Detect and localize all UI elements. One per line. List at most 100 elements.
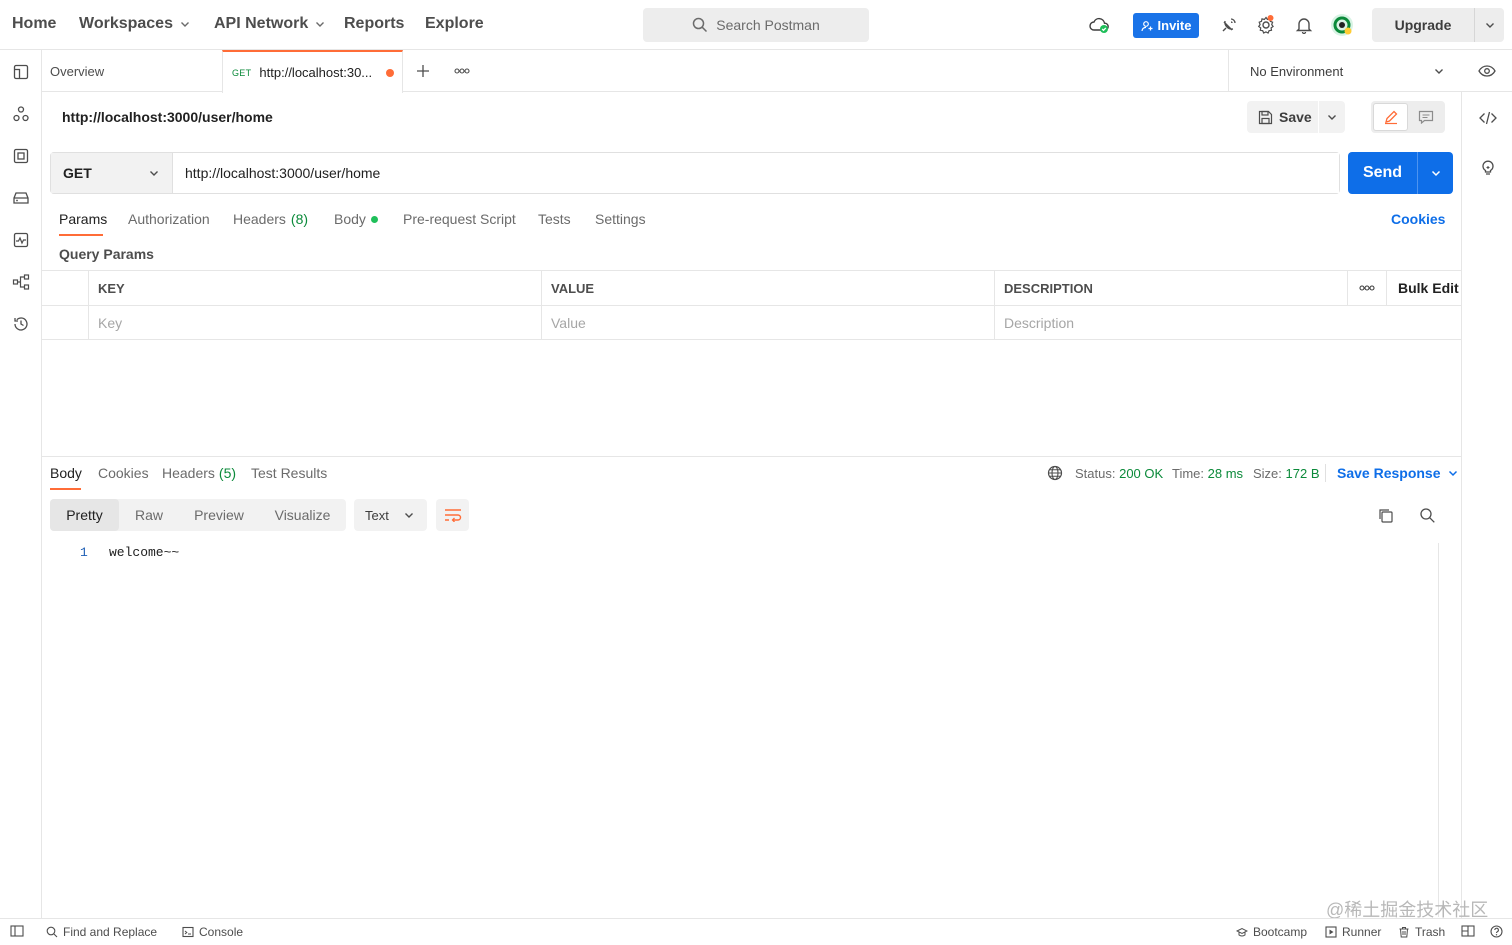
help-icon[interactable] <box>1490 925 1503 938</box>
nav-reports[interactable]: Reports <box>344 15 404 33</box>
url-input[interactable] <box>173 153 1339 193</box>
edit-pencil-icon[interactable] <box>1373 103 1408 131</box>
send-options-chevron-icon[interactable] <box>1418 152 1453 194</box>
response-view-segmented-control: Pretty Raw Preview Visualize <box>50 499 346 531</box>
editor-scrollbar[interactable] <box>1438 543 1439 917</box>
size-value: 172 B <box>1285 466 1320 481</box>
response-status[interactable]: Status: 200 OK <box>1075 466 1163 481</box>
response-tab-test-results[interactable]: Test Results <box>251 465 327 481</box>
satellite-icon[interactable] <box>1219 15 1239 35</box>
new-tab-button[interactable] <box>416 50 430 92</box>
cookies-link[interactable]: Cookies <box>1391 211 1445 227</box>
invite-button[interactable]: Invite <box>1133 13 1199 38</box>
tab-options-button[interactable] <box>454 50 470 92</box>
response-active-tab-indicator <box>50 488 81 490</box>
response-size[interactable]: Size: 172 B <box>1253 466 1320 481</box>
view-raw[interactable]: Raw <box>119 499 179 531</box>
notification-bell-icon[interactable] <box>1294 15 1314 35</box>
monitors-icon[interactable] <box>11 230 31 250</box>
tab-body-label: Body <box>334 211 366 227</box>
save-options-chevron-icon[interactable] <box>1319 111 1345 123</box>
tab-pre-request-script[interactable]: Pre-request Script <box>403 211 516 227</box>
search-input[interactable]: Search Postman <box>643 8 869 42</box>
response-tab-body[interactable]: Body <box>50 465 82 481</box>
method-label: GET <box>63 165 92 181</box>
value-input[interactable]: Value <box>542 306 995 340</box>
tab-body[interactable]: Body <box>334 211 378 227</box>
tab-authorization[interactable]: Authorization <box>128 211 210 227</box>
network-globe-icon[interactable] <box>1047 465 1063 481</box>
view-preview[interactable]: Preview <box>179 499 259 531</box>
tab-overview[interactable]: Overview <box>50 50 104 92</box>
environments-icon[interactable] <box>11 146 31 166</box>
tab-headers[interactable]: Headers (8) <box>233 211 308 227</box>
collections-icon[interactable] <box>11 62 31 82</box>
tab-active-request[interactable]: GET http://localhost:30... <box>222 50 403 93</box>
save-response-button[interactable]: Save Response <box>1337 465 1459 481</box>
lightbulb-icon[interactable] <box>1478 157 1498 177</box>
nav-explore[interactable]: Explore <box>425 15 484 33</box>
view-visualize[interactable]: Visualize <box>259 499 346 531</box>
headers-count-badge: (8) <box>290 211 309 227</box>
tab-active-title: http://localhost:30... <box>259 65 373 80</box>
upgrade-chevron-down-icon[interactable] <box>1475 19 1504 31</box>
bulk-edit-button[interactable]: Bulk Edit <box>1398 280 1459 296</box>
toggle-sidebar-icon[interactable] <box>10 925 24 937</box>
flows-icon[interactable] <box>11 272 31 292</box>
request-title[interactable]: http://localhost:3000/user/home <box>62 109 273 125</box>
sync-status-icon[interactable] <box>1089 15 1111 35</box>
key-input[interactable]: Key <box>89 306 542 340</box>
apis-icon[interactable] <box>11 104 31 124</box>
time-value: 28 ms <box>1207 466 1244 481</box>
column-options-button[interactable] <box>1348 271 1387 305</box>
code-icon[interactable] <box>1478 108 1498 128</box>
method-select[interactable]: GET <box>51 153 173 193</box>
save-button[interactable]: Save <box>1247 101 1345 133</box>
nav-api-network[interactable]: API Network <box>214 15 326 33</box>
description-input[interactable]: Description <box>995 306 1461 340</box>
search-icon[interactable] <box>1419 507 1436 524</box>
mode-toggle <box>1371 101 1445 133</box>
bootcamp-label: Bootcamp <box>1253 925 1308 939</box>
environment-quick-look-button[interactable] <box>1478 50 1496 92</box>
history-icon[interactable] <box>11 314 31 334</box>
settings-gear-icon[interactable] <box>1256 15 1276 35</box>
column-header-description: DESCRIPTION <box>995 271 1348 305</box>
nav-home[interactable]: Home <box>12 15 56 33</box>
nav-api-network-label: API Network <box>214 15 309 32</box>
column-header-key: KEY <box>89 271 542 305</box>
pane-divider[interactable] <box>42 456 1461 457</box>
unsaved-dot-icon <box>386 68 395 77</box>
two-pane-view-icon[interactable] <box>1461 925 1475 937</box>
wrap-lines-button[interactable] <box>436 499 469 531</box>
view-pretty[interactable]: Pretty <box>50 499 119 531</box>
copy-icon[interactable] <box>1377 507 1394 524</box>
bootcamp-button[interactable]: Bootcamp <box>1236 925 1307 939</box>
nav-reports-label: Reports <box>344 15 405 32</box>
runner-button[interactable]: Runner <box>1325 925 1381 939</box>
comments-icon[interactable] <box>1408 103 1443 131</box>
mock-servers-icon[interactable] <box>11 188 31 208</box>
response-time[interactable]: Time: 28 ms <box>1172 466 1243 481</box>
trash-button[interactable]: Trash <box>1398 925 1445 939</box>
response-tab-headers[interactable]: Headers (5) <box>162 465 236 481</box>
top-navigation-bar: Home Workspaces API Network Reports Expl… <box>0 0 1512 50</box>
console-button[interactable]: Console <box>182 925 243 939</box>
more-horizontal-icon <box>454 68 470 74</box>
nav-workspaces[interactable]: Workspaces <box>79 15 191 33</box>
tab-tests[interactable]: Tests <box>538 211 571 227</box>
response-format-select[interactable]: Text <box>354 499 427 531</box>
environment-select[interactable]: No Environment <box>1228 50 1461 92</box>
send-button[interactable]: Send <box>1348 152 1453 194</box>
tab-params[interactable]: Params <box>59 211 107 227</box>
find-and-replace-button[interactable]: Find and Replace <box>46 925 157 939</box>
tab-params-label: Params <box>59 211 108 227</box>
avatar[interactable] <box>1330 13 1354 37</box>
upgrade-button[interactable]: Upgrade <box>1372 8 1504 42</box>
tab-settings[interactable]: Settings <box>595 211 646 227</box>
tab-overview-label: Overview <box>50 63 105 79</box>
time-label: Time: <box>1172 466 1205 481</box>
left-sidebar <box>0 50 42 918</box>
active-tab-indicator <box>59 234 103 236</box>
response-tab-cookies[interactable]: Cookies <box>98 465 149 481</box>
